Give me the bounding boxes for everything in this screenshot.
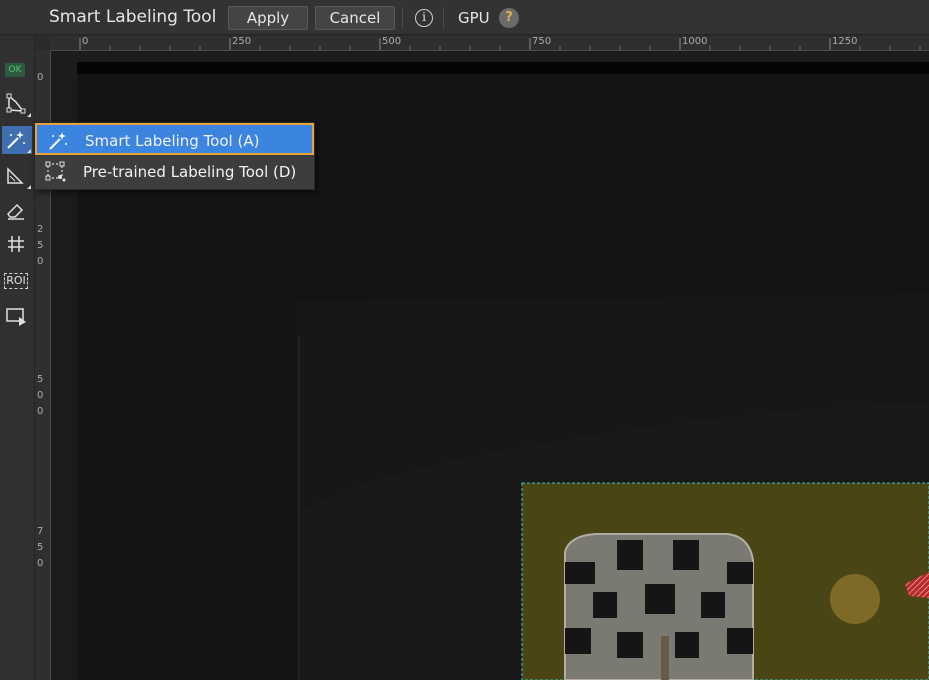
menu-item-smart-labeling[interactable]: Smart Labeling Tool (A) bbox=[35, 123, 314, 155]
region-play-button[interactable] bbox=[2, 302, 32, 330]
menu-item-label: Smart Labeling Tool (A) bbox=[85, 132, 260, 150]
ruler-tick-label: 750 bbox=[37, 526, 44, 569]
grid-tool-button[interactable] bbox=[2, 230, 32, 258]
horizontal-ruler: 0 250 500 750 1000 1250 bbox=[50, 36, 929, 51]
polygon-tool-button[interactable] bbox=[2, 90, 32, 118]
menu-item-label: Pre-trained Labeling Tool (D) bbox=[83, 163, 297, 181]
info-icon[interactable]: i bbox=[415, 9, 433, 27]
gpu-label: GPU bbox=[458, 9, 490, 27]
left-toolbar: OK ROI bbox=[0, 36, 35, 680]
cancel-button[interactable]: Cancel bbox=[315, 6, 395, 30]
polygon-tool-icon bbox=[6, 93, 26, 114]
apply-button[interactable]: Apply bbox=[228, 6, 308, 30]
grid-icon bbox=[8, 236, 24, 252]
ok-badge: OK bbox=[5, 63, 25, 77]
eraser-tool-button[interactable] bbox=[2, 196, 32, 224]
header-divider bbox=[402, 7, 403, 29]
eraser-icon bbox=[7, 203, 24, 220]
tool-title: Smart Labeling Tool bbox=[49, 7, 217, 27]
ruler-tick-label: 500 bbox=[37, 374, 44, 417]
header-divider bbox=[443, 7, 444, 29]
submenu-corner-icon bbox=[27, 149, 31, 153]
submenu-corner-icon bbox=[27, 113, 31, 117]
ruler-tick-label: 1000 bbox=[682, 36, 708, 47]
magic-wand-icon bbox=[7, 131, 25, 149]
header-bar: Smart Labeling Tool Apply Cancel i GPU ? bbox=[0, 0, 929, 35]
ruler-tool-button[interactable] bbox=[2, 162, 32, 190]
help-icon[interactable]: ? bbox=[499, 8, 519, 28]
magic-wand-tool-button[interactable] bbox=[2, 126, 32, 154]
ruler-tick-label: 250 bbox=[37, 224, 44, 267]
region-play-icon bbox=[6, 308, 26, 326]
labeling-tool-menu: Smart Labeling Tool (A) Pre-trained Labe… bbox=[34, 122, 315, 190]
submenu-corner-icon bbox=[27, 185, 31, 189]
ruler-tick-label: 0 bbox=[82, 36, 89, 47]
ruler-tick-label: 1250 bbox=[832, 36, 858, 47]
ruler-tick-label: 500 bbox=[382, 36, 402, 47]
pretrained-icon bbox=[45, 161, 66, 182]
ruler-tool-icon bbox=[7, 167, 24, 184]
magic-wand-icon bbox=[49, 132, 67, 150]
ruler-tick-label: 0 bbox=[37, 72, 44, 83]
ruler-tick-label: 250 bbox=[232, 36, 252, 47]
ruler-ticks bbox=[79, 38, 921, 50]
ruler-tick-label: 750 bbox=[532, 36, 552, 47]
roi-button[interactable]: ROI bbox=[4, 273, 28, 289]
menu-item-pretrained-labeling[interactable]: Pre-trained Labeling Tool (D) bbox=[35, 156, 314, 188]
